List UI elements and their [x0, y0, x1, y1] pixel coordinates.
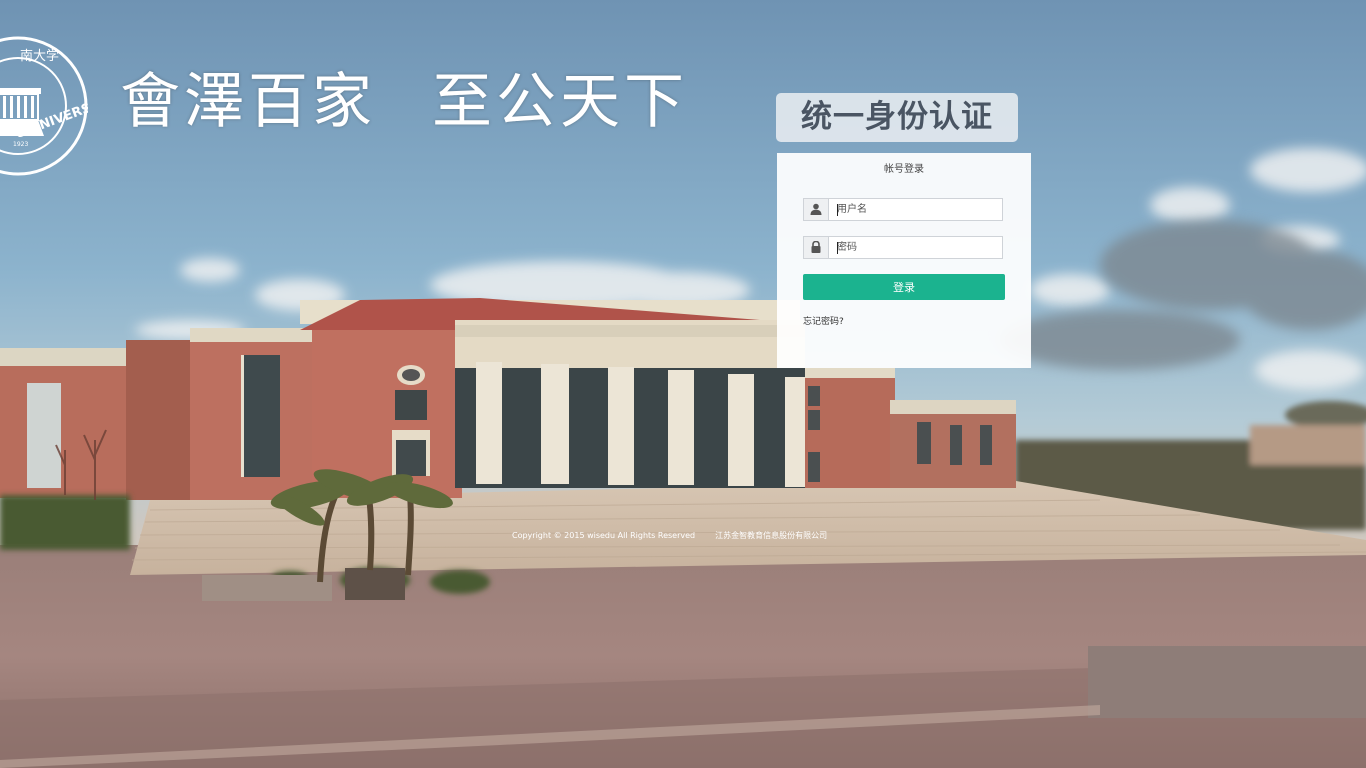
username-field[interactable] [803, 198, 1003, 221]
password-input[interactable] [829, 237, 1001, 258]
user-icon [804, 199, 829, 220]
copyright-text: Copyright © 2015 wisedu All Rights Reser… [512, 531, 696, 540]
username-input[interactable] [829, 199, 1001, 220]
lock-icon [804, 237, 829, 258]
text-caret [837, 242, 838, 254]
footer: Copyright © 2015 wisedu All Rights Reser… [512, 530, 827, 541]
university-seal-logo: U UNIVERSITY 南大学 1923 [0, 36, 115, 176]
motto-part-2: 至公天下 [432, 67, 688, 137]
forgot-password-link[interactable]: 忘记密码? [803, 314, 844, 327]
login-button[interactable]: 登录 [803, 274, 1005, 300]
seal-top-text: 南大学 [20, 48, 59, 64]
seal-year: 1923 [13, 141, 28, 148]
motto-part-1: 會澤百家 [120, 67, 376, 137]
text-caret [837, 204, 838, 216]
login-page: U UNIVERSITY 南大学 1923 會澤百家至公天下 统一身份认证 帐号… [0, 0, 1366, 768]
login-panel-title: 帐号登录 [884, 164, 924, 175]
system-title: 统一身份认证 [776, 93, 1018, 142]
login-panel: 帐号登录 登录 忘记密码? [777, 153, 1031, 368]
password-field[interactable] [803, 236, 1003, 259]
company-name: 江苏金智教育信息股份有限公司 [715, 531, 828, 540]
university-motto: 會澤百家 至公天下 [120, 62, 688, 142]
